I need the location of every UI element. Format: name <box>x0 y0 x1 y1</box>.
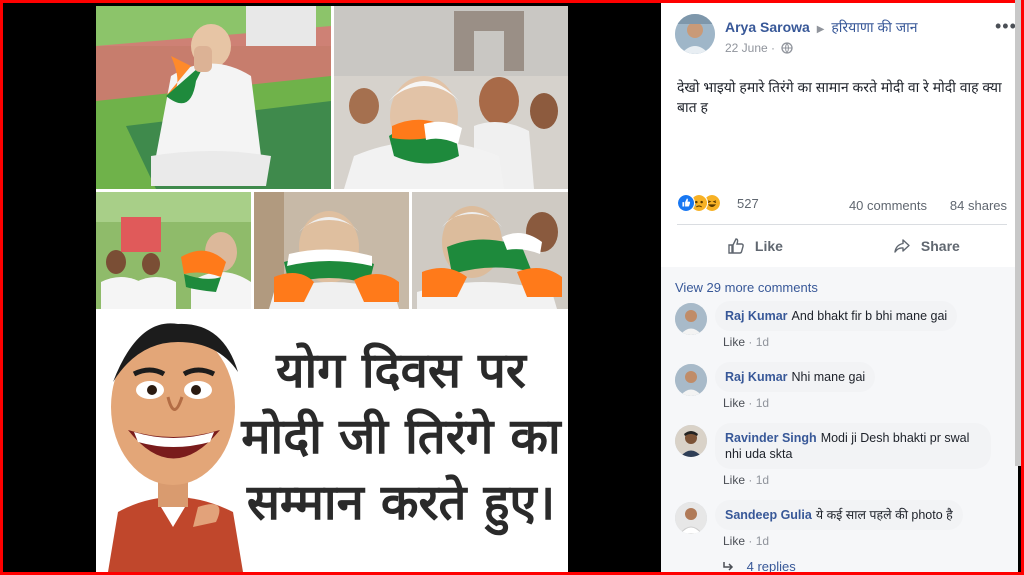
photo-flag-face-india-gate <box>334 6 568 189</box>
like-button[interactable]: Like <box>727 237 783 257</box>
post-actions: Like Share <box>677 229 1007 261</box>
comment-time[interactable]: 1d <box>756 534 769 548</box>
share-label: Share <box>920 238 960 254</box>
meme-panel: योग दिवस पर मोदी जी तिरंगे का सम्मान करत… <box>96 312 568 572</box>
scrollbar[interactable] <box>1015 0 1021 466</box>
commenter-name[interactable]: Raj Kumar <box>725 370 788 384</box>
photo-kneeling <box>96 6 331 189</box>
post-panel: Arya Sarowa ▶ हरियाणा की जान 22 June · •… <box>661 3 1018 572</box>
comment-text: ये कई साल पहले की photo है <box>815 508 953 522</box>
view-more-comments-link[interactable]: View 29 more comments <box>675 280 818 295</box>
author-avatar[interactable] <box>675 14 715 54</box>
comment-meta: Like · 1d <box>723 534 770 548</box>
comment-like-link[interactable]: Like <box>723 534 745 548</box>
arrow-right-icon: ▶ <box>816 24 825 35</box>
commenter-name[interactable]: Ravinder Singh <box>725 431 817 445</box>
comment-meta: Like · 1d <box>723 396 770 410</box>
share-icon <box>894 239 910 253</box>
comment-bubble: Raj Kumar Nhi mane gai <box>715 362 876 392</box>
reply-arrow-icon <box>723 562 734 571</box>
post-text: देखो भाइयो हमारे तिरंगे का सामान करते मो… <box>677 79 1002 115</box>
author-name[interactable]: Arya Sarowa <box>725 19 810 35</box>
author-line: Arya Sarowa ▶ हरियाणा की जान <box>725 18 918 37</box>
caption-line-2: मोदी जी तिरंगे का <box>241 408 561 465</box>
comment-meta: Like · 1d <box>723 473 770 487</box>
share-count[interactable]: 84 shares <box>950 198 1007 213</box>
photo-crowd-flag <box>96 192 251 309</box>
comment-bubble: Ravinder Singh Modi ji Desh bhakti pr swa… <box>715 423 991 469</box>
comment-text: And bhakt fir b bhi mane gai <box>791 309 948 323</box>
like-icon <box>677 194 695 212</box>
comment-bubble: Sandeep Gulia ये कई साल पहले की photo है <box>715 500 963 530</box>
view-replies-link[interactable]: 4 replies <box>723 559 796 572</box>
comment-count[interactable]: 40 comments <box>849 198 927 213</box>
photo-flag-face-2 <box>254 192 409 309</box>
post-stats: 527 40 comments 84 shares <box>677 193 1007 215</box>
commenter-avatar[interactable] <box>675 303 707 335</box>
reaction-count: 527 <box>737 196 759 211</box>
commenter-avatar[interactable] <box>675 364 707 396</box>
comment-bubble: Raj Kumar And bhakt fir b bhi mane gai <box>715 301 958 331</box>
comment-like-link[interactable]: Like <box>723 473 745 487</box>
caption-line-1: योग दिवस पर <box>276 342 526 399</box>
commenter-avatar[interactable] <box>675 425 707 457</box>
post-meta: 22 June · <box>725 41 794 55</box>
meme-caption: योग दिवस पर मोदी जी तिरंगे का सम्मान करत… <box>234 338 568 536</box>
more-options-button[interactable]: ••• <box>995 16 1017 37</box>
share-button[interactable]: Share <box>893 237 960 257</box>
comment-like-link[interactable]: Like <box>723 335 745 349</box>
globe-icon <box>781 42 794 54</box>
post-image[interactable]: योग दिवस पर मोदी जी तिरंगे का सम्मान करत… <box>96 6 568 572</box>
comment-time[interactable]: 1d <box>756 473 769 487</box>
caption-line-3: सम्मान करते हुए। <box>246 474 556 531</box>
comment-text: Nhi mane gai <box>791 370 866 384</box>
like-label: Like <box>754 238 783 254</box>
divider <box>677 224 1007 225</box>
commenter-name[interactable]: Sandeep Gulia <box>725 508 812 522</box>
comment-time[interactable]: 1d <box>756 396 769 410</box>
comment-meta: Like · 1d <box>723 335 770 349</box>
commenter-name[interactable]: Raj Kumar <box>725 309 788 323</box>
thumbs-up-icon <box>728 238 744 254</box>
comment-like-link[interactable]: Like <box>723 396 745 410</box>
replies-label: 4 replies <box>746 559 796 572</box>
post-header: Arya Sarowa ▶ हरियाणा की जान 22 June · •… <box>675 14 1016 60</box>
post-date[interactable]: 22 June <box>725 41 768 55</box>
commenter-avatar[interactable] <box>675 502 707 534</box>
caricature-image <box>108 323 243 572</box>
comment-time[interactable]: 1d <box>756 335 769 349</box>
group-name[interactable]: हरियाणा की जान <box>831 19 917 35</box>
comments-section: View 29 more comments Raj Kumar And bhakt… <box>661 267 1018 572</box>
photo-flag-face-3 <box>412 192 568 309</box>
viewer-frame: योग दिवस पर मोदी जी तिरंगे का सम्मान करत… <box>3 3 1021 572</box>
